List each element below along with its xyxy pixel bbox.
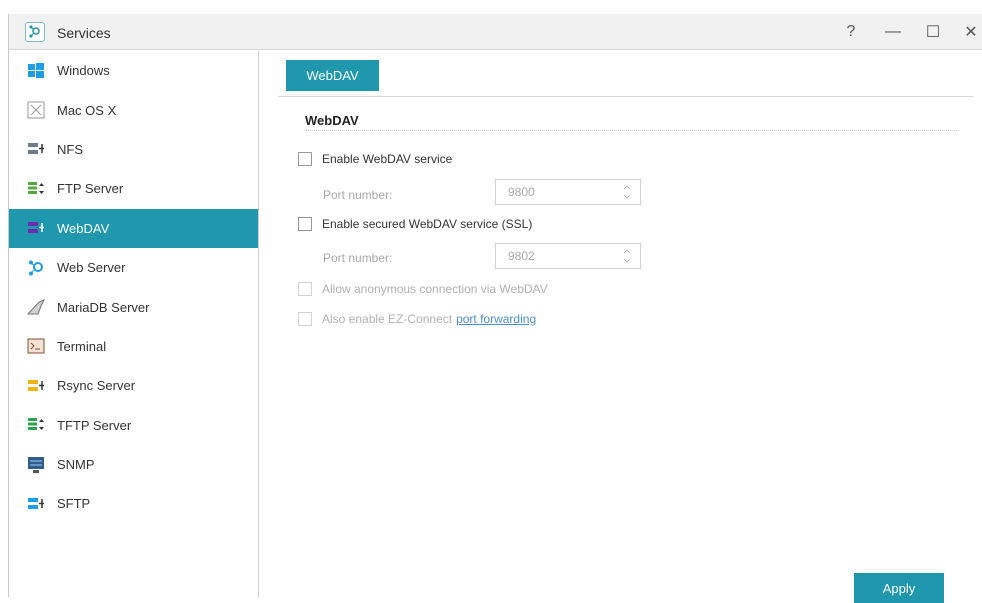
sidebar-item-label: Web Server [57,260,126,276]
port-number-value: 9800 [508,185,535,199]
sidebar-item-label: WebDAV [57,220,110,236]
sidebar-item-label: SFTP [57,496,91,512]
ssl-port-number-input: 9802 [495,243,641,269]
nfs-icon [28,143,44,155]
ezconnect-checkbox [298,312,312,326]
mariadb-icon [27,299,45,315]
terminal-icon [27,338,45,354]
section-title: WebDAV [305,113,359,128]
sidebar-item-ftp[interactable]: FTP Server [9,169,258,208]
port-number-label: Port number: [323,188,393,202]
sidebar-item-label: Windows [57,63,110,79]
services-app-icon [25,22,45,42]
main-panel: WebDAV WebDAV Enable WebDAV service Port… [260,51,982,603]
tab-divider [278,96,973,97]
section-divider [305,130,957,131]
tab-webdav[interactable]: WebDAV [286,60,379,91]
ezconnect-label: Also enable EZ-Connect [322,312,453,326]
sidebar-item-windows[interactable]: Windows [9,51,258,90]
sidebar-item-label: FTP Server [57,181,124,197]
sidebar-item-label: TFTP Server [57,417,132,433]
anonymous-checkbox [298,282,312,296]
sidebar-item-web-server[interactable]: Web Server [9,248,258,287]
services-window: Services ? — ☐ ✕ Windows Mac OS X NFS FT… [8,14,982,603]
sidebar-item-rsync[interactable]: Rsync Server [9,366,258,405]
help-icon[interactable]: ? [839,20,863,44]
sidebar: Windows Mac OS X NFS FTP Server WebDAV W… [9,51,259,597]
sidebar-item-label: Rsync Server [57,378,136,394]
windows-icon [28,62,44,78]
enable-webdav-checkbox[interactable] [298,152,312,166]
sidebar-item-macos[interactable]: Mac OS X [9,90,258,129]
window-title: Services [57,25,111,41]
snmp-icon [28,456,44,473]
webdav-icon [28,222,44,234]
spinner-icon [623,249,631,263]
sidebar-item-mariadb[interactable]: MariaDB Server [9,287,258,326]
rsync-icon [28,379,44,391]
tftp-icon [28,418,44,431]
ftp-icon [28,181,44,194]
anonymous-label: Allow anonymous connection via WebDAV [322,282,548,296]
apply-button[interactable]: Apply [854,573,944,603]
sidebar-item-nfs[interactable]: NFS [9,130,258,169]
enable-ssl-row: Enable secured WebDAV service (SSL) [298,217,532,231]
sidebar-item-terminal[interactable]: Terminal [9,327,258,366]
sidebar-item-snmp[interactable]: SNMP [9,445,258,484]
sidebar-item-label: SNMP [57,457,95,473]
sidebar-item-label: Terminal [57,338,107,354]
title-bar: Services ? — ☐ ✕ [9,14,982,50]
macos-icon [27,101,45,119]
anonymous-row: Allow anonymous connection via WebDAV [298,282,548,296]
port-forwarding-link[interactable]: port forwarding [456,312,536,326]
enable-ssl-checkbox[interactable] [298,217,312,231]
minimize-icon[interactable]: — [881,20,905,44]
sidebar-item-sftp[interactable]: SFTP [9,484,258,523]
sidebar-item-label: MariaDB Server [57,299,150,315]
sidebar-item-webdav[interactable]: WebDAV [9,208,258,248]
sftp-icon [28,497,44,509]
ezconnect-row: Also enable EZ-Connect port forwarding [298,312,536,326]
sidebar-item-label: NFS [57,141,83,157]
ssl-port-number-value: 9802 [508,249,535,263]
sidebar-item-label: Mac OS X [57,102,117,118]
maximize-icon[interactable]: ☐ [921,20,945,44]
enable-ssl-label: Enable secured WebDAV service (SSL) [322,217,533,231]
enable-webdav-label: Enable WebDAV service [322,152,453,166]
ssl-port-number-label: Port number: [323,251,393,265]
sidebar-item-tftp[interactable]: TFTP Server [9,406,258,445]
port-number-input: 9800 [495,179,641,205]
close-icon[interactable]: ✕ [959,20,982,44]
spinner-icon [623,185,631,199]
web-server-icon [29,260,43,276]
enable-webdav-row: Enable WebDAV service [298,152,452,166]
